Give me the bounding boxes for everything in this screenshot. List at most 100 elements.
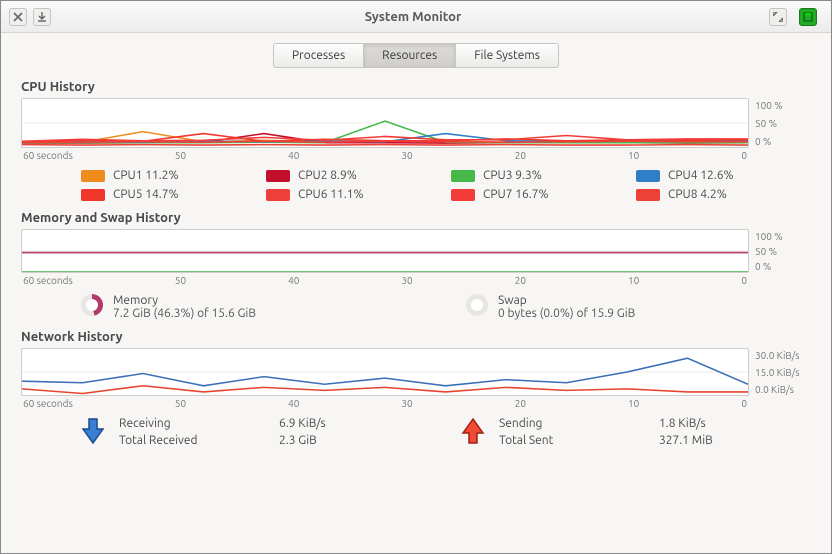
color-swatch <box>266 170 290 182</box>
xaxis-label: 60 seconds <box>23 150 73 161</box>
net-chart-wrap: 30.0 KiB/s 15.0 KiB/s 0.0 KiB/s <box>21 348 811 396</box>
sending-rate: 1.8 KiB/s <box>659 417 759 430</box>
section-title-cpu: CPU History <box>21 80 811 94</box>
cpu-legend-item[interactable]: CPU4 12.6% <box>636 169 811 182</box>
color-swatch <box>451 189 475 201</box>
window: System Monitor Processes Resources File … <box>0 0 832 554</box>
yaxis-label: 50 % <box>755 246 811 257</box>
xaxis-label: 40 <box>288 150 299 161</box>
xaxis-label: 20 <box>515 398 526 409</box>
color-swatch <box>636 170 660 182</box>
net-yaxis: 30.0 KiB/s 15.0 KiB/s 0.0 KiB/s <box>749 348 811 396</box>
xaxis-label: 50 <box>175 398 186 409</box>
swap-value: 0 bytes (0.0%) of 15.9 GiB <box>498 307 635 320</box>
color-swatch <box>451 170 475 182</box>
cpu-legend-item[interactable]: CPU2 8.9% <box>266 169 441 182</box>
cpu-legend-item[interactable]: CPU8 4.2% <box>636 188 811 201</box>
color-swatch <box>266 189 290 201</box>
yaxis-label: 50 % <box>755 118 811 129</box>
sending-info: Sending 1.8 KiB/s Total Sent 327.1 MiB <box>461 417 811 447</box>
mem-chart-wrap: 100 % 50 % 0 % <box>21 229 811 273</box>
download-arrow-icon <box>81 417 105 445</box>
mem-chart[interactable] <box>21 229 749 273</box>
xaxis-label: 10 <box>628 398 639 409</box>
cpu-chart-wrap: 100 % 50 % 0 % <box>21 98 811 148</box>
memory-label: Memory <box>113 294 256 307</box>
xaxis-label: 40 <box>288 398 299 409</box>
cpu-legend-label: CPU3 9.3% <box>483 169 542 182</box>
net-xaxis: 60 seconds 50 40 30 20 10 0 <box>21 396 749 409</box>
cpu-legend-item[interactable]: CPU5 14.7% <box>81 188 256 201</box>
tab-processes[interactable]: Processes <box>273 43 364 68</box>
content: CPU History 100 % 50 % 0 % 60 seconds 50… <box>1 76 831 553</box>
download-icon <box>37 12 47 22</box>
memory-pie-icon <box>81 294 103 316</box>
xaxis-label: 0 <box>741 398 747 409</box>
swap-info: Swap 0 bytes (0.0%) of 15.9 GiB <box>466 294 811 320</box>
cpu-legend-label: CPU1 11.2% <box>113 169 179 182</box>
yaxis-label: 30.0 KiB/s <box>755 350 811 361</box>
window-title: System Monitor <box>57 10 769 24</box>
cpu-legend-item[interactable]: CPU3 9.3% <box>451 169 626 182</box>
cpu-xaxis: 60 seconds 50 40 30 20 10 0 <box>21 148 749 161</box>
network-info-row: Receiving 6.9 KiB/s Total Received 2.3 G… <box>21 409 811 447</box>
maximize-icon <box>773 12 783 22</box>
power-button[interactable] <box>799 8 817 26</box>
cpu-legend-label: CPU7 16.7% <box>483 188 549 201</box>
total-sent-value: 327.1 MiB <box>659 434 759 447</box>
mem-yaxis: 100 % 50 % 0 % <box>749 229 811 273</box>
memory-info: Memory 7.2 GiB (46.3%) of 15.6 GiB <box>81 294 426 320</box>
tab-bar: Processes Resources File Systems <box>1 33 831 76</box>
xaxis-label: 0 <box>741 275 747 286</box>
cpu-legend-label: CPU8 4.2% <box>668 188 727 201</box>
yaxis-label: 0 % <box>755 261 811 272</box>
cpu-legend-label: CPU4 12.6% <box>668 169 734 182</box>
xaxis-label: 50 <box>175 275 186 286</box>
cpu-legend-label: CPU5 14.7% <box>113 188 179 201</box>
total-received-value: 2.3 GiB <box>279 434 379 447</box>
yaxis-label: 100 % <box>755 231 811 242</box>
xaxis-label: 40 <box>288 275 299 286</box>
cpu-legend: CPU1 11.2% CPU2 8.9% CPU3 9.3% CPU4 12.6% CP… <box>21 161 811 207</box>
xaxis-label: 30 <box>401 275 412 286</box>
cpu-legend-item[interactable]: CPU7 16.7% <box>451 188 626 201</box>
power-icon <box>803 12 813 22</box>
cpu-legend-item[interactable]: CPU1 11.2% <box>81 169 256 182</box>
titlebar: System Monitor <box>1 1 831 33</box>
cpu-legend-item[interactable]: CPU6 11.1% <box>266 188 441 201</box>
swap-pie-icon <box>466 294 488 316</box>
color-swatch <box>81 170 105 182</box>
cpu-legend-label: CPU6 11.1% <box>298 188 364 201</box>
receiving-info: Receiving 6.9 KiB/s Total Received 2.3 G… <box>81 417 431 447</box>
cpu-yaxis: 100 % 50 % 0 % <box>749 98 811 148</box>
xaxis-label: 50 <box>175 150 186 161</box>
mem-xaxis: 60 seconds 50 40 30 20 10 0 <box>21 273 749 286</box>
net-chart[interactable] <box>21 348 749 396</box>
xaxis-label: 30 <box>401 150 412 161</box>
tab-filesystems[interactable]: File Systems <box>456 43 559 68</box>
xaxis-label: 20 <box>515 275 526 286</box>
close-button[interactable] <box>9 8 27 26</box>
xaxis-label: 10 <box>628 150 639 161</box>
color-swatch <box>81 189 105 201</box>
xaxis-label: 20 <box>515 150 526 161</box>
xaxis-label: 30 <box>401 398 412 409</box>
receiving-rate: 6.9 KiB/s <box>279 417 379 430</box>
xaxis-label: 10 <box>628 275 639 286</box>
memory-value: 7.2 GiB (46.3%) of 15.6 GiB <box>113 307 256 320</box>
xaxis-label: 0 <box>741 150 747 161</box>
cpu-chart[interactable] <box>21 98 749 148</box>
total-sent-label: Total Sent <box>499 434 639 447</box>
tab-resources[interactable]: Resources <box>364 43 456 68</box>
yaxis-label: 0.0 KiB/s <box>755 384 811 395</box>
sending-label: Sending <box>499 417 639 430</box>
upload-arrow-icon <box>461 417 485 445</box>
maximize-button[interactable] <box>769 8 787 26</box>
yaxis-label: 15.0 KiB/s <box>755 367 811 378</box>
xaxis-label: 60 seconds <box>23 275 73 286</box>
xaxis-label: 60 seconds <box>23 398 73 409</box>
total-received-label: Total Received <box>119 434 259 447</box>
cpu-legend-label: CPU2 8.9% <box>298 169 357 182</box>
color-swatch <box>636 189 660 201</box>
download-button[interactable] <box>33 8 51 26</box>
